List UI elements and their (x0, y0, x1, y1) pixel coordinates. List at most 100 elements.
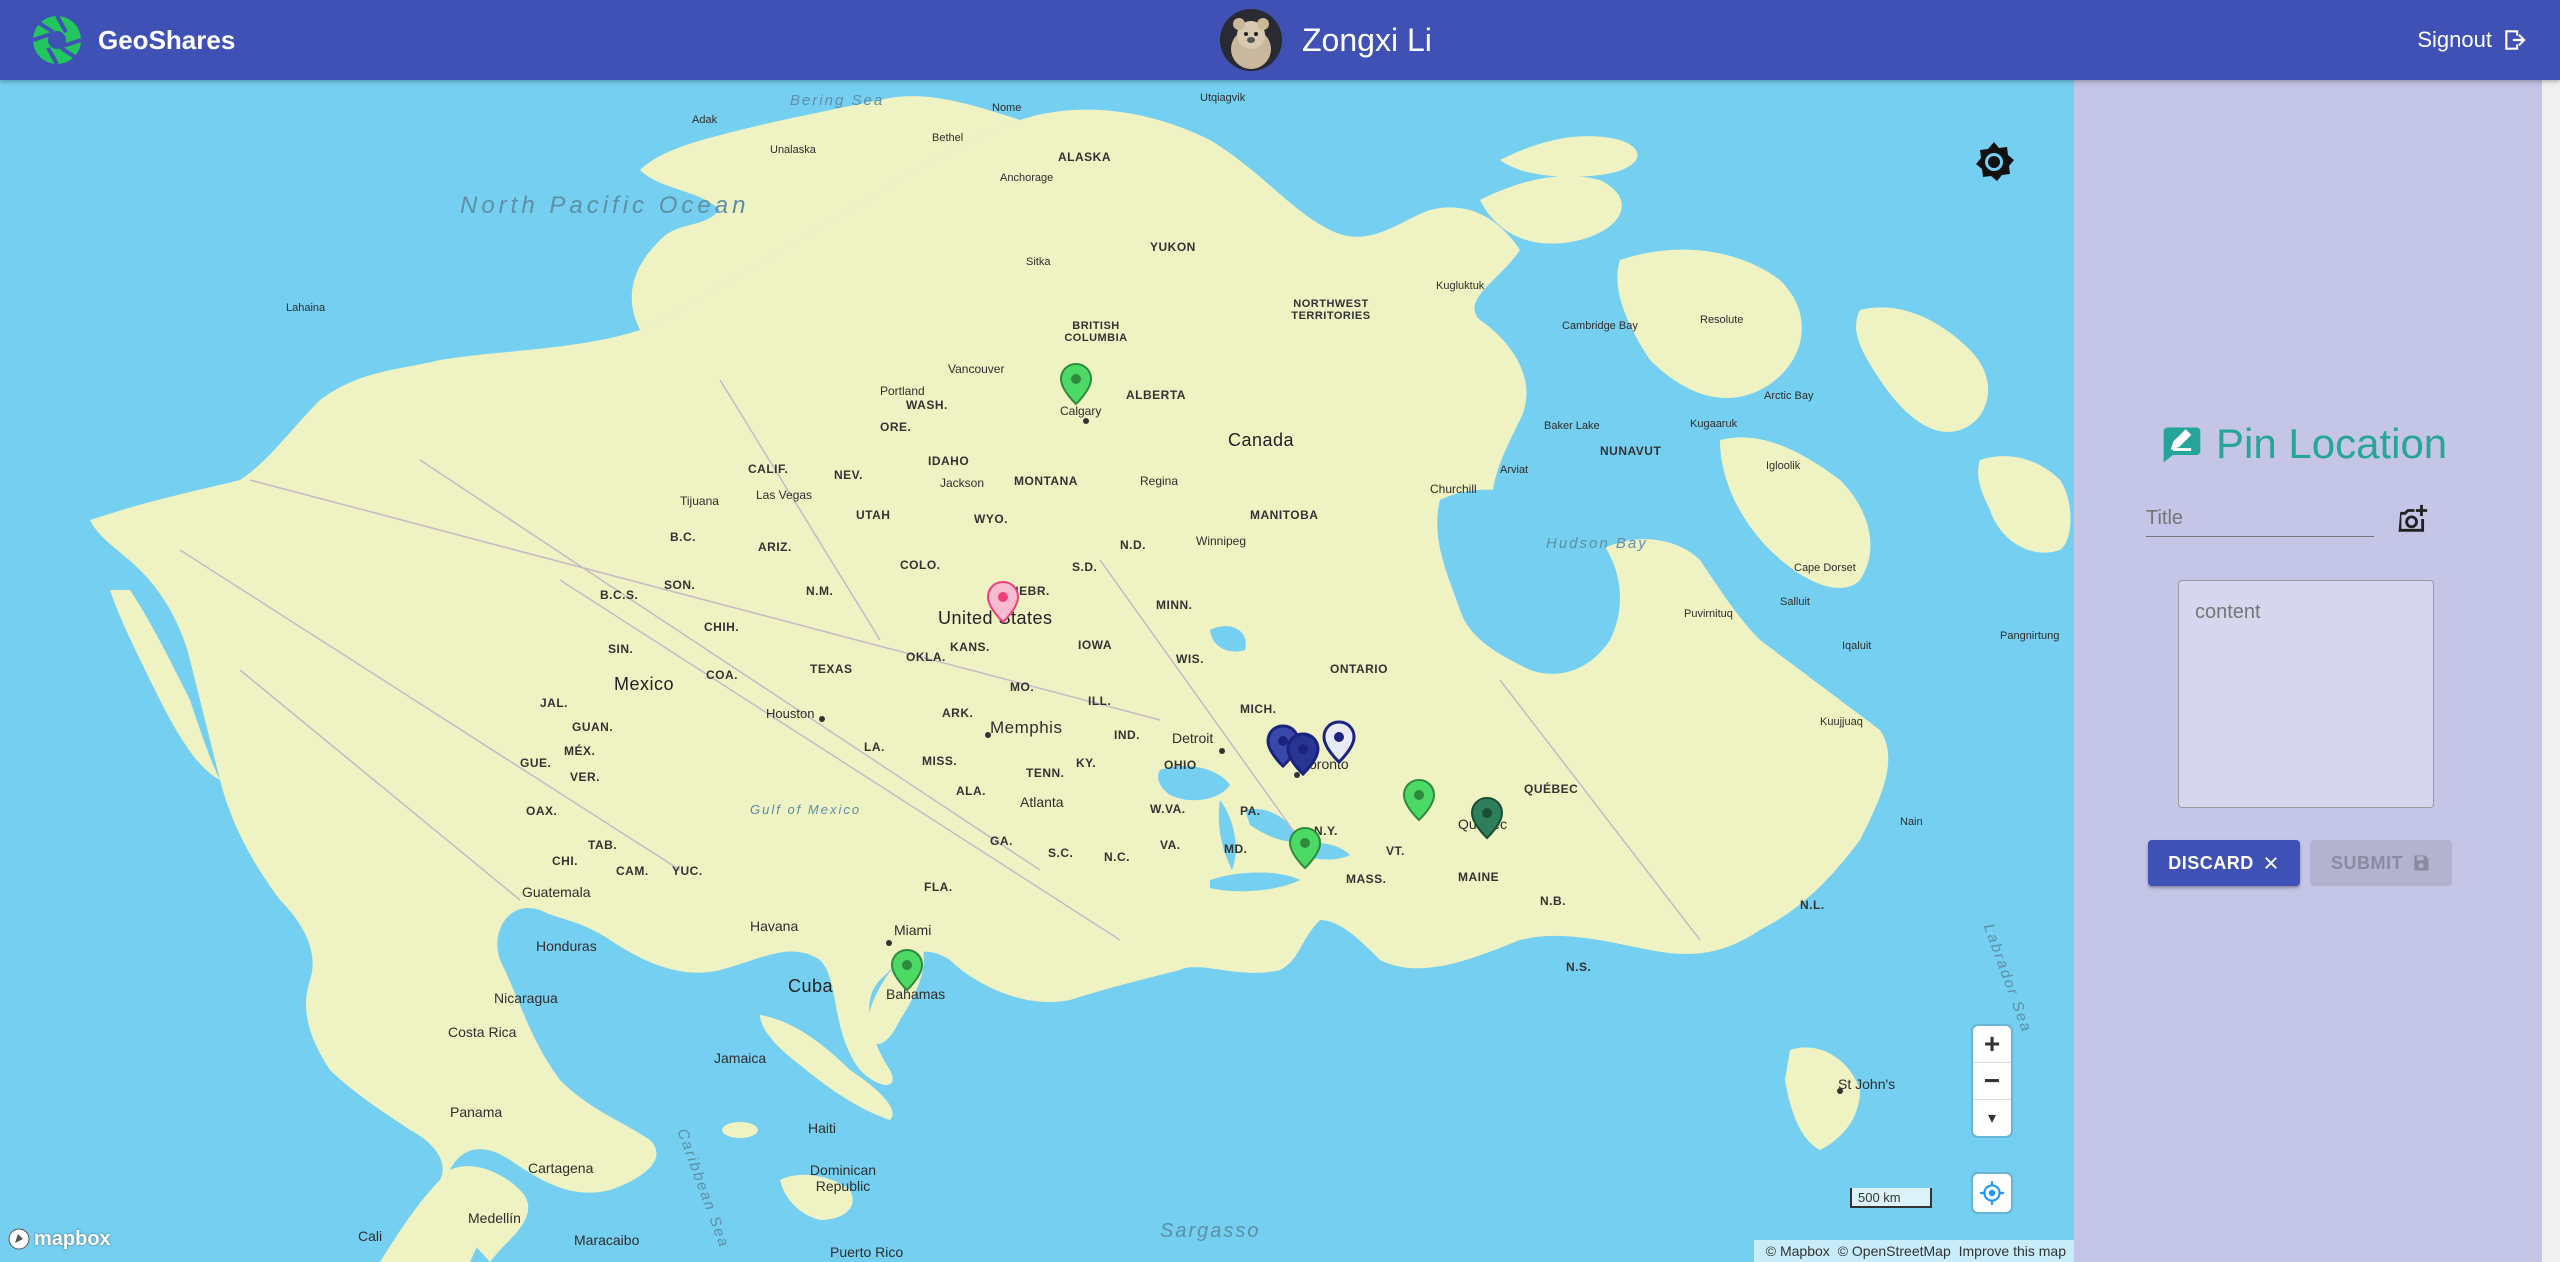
region-label: PA. (1240, 804, 1261, 818)
region-label: IND. (1114, 728, 1140, 742)
brand[interactable]: GeoShares (32, 14, 235, 66)
region-label: GA. (990, 834, 1013, 848)
region-label: N.C. (1104, 850, 1130, 864)
osm-attribution-link[interactable]: © OpenStreetMap (1838, 1243, 1951, 1259)
zoom-in-button[interactable]: + (1973, 1026, 2011, 1063)
region-label: OAX. (526, 804, 558, 818)
panel-title: Pin Location (2216, 420, 2448, 467)
mapbox-logo-icon (8, 1228, 30, 1250)
region-label: IOWA (1078, 638, 1112, 652)
location-pin[interactable] (1322, 720, 1356, 764)
region-label: N.S. (1566, 960, 1592, 974)
city-label: Lahaina (286, 302, 326, 314)
city-label: Atlanta (1020, 794, 1064, 810)
brightness-icon[interactable] (1970, 138, 2018, 186)
panel-scrollbar[interactable] (2542, 80, 2560, 1262)
save-icon (2414, 855, 2429, 871)
close-icon (2264, 857, 2277, 869)
signout-button[interactable]: Signout (2417, 20, 2528, 60)
city-label: Havana (750, 918, 799, 934)
zoom-out-button[interactable]: − (1973, 1063, 2011, 1100)
location-pin[interactable] (1402, 778, 1436, 822)
region-label: MO. (1010, 680, 1035, 694)
city-label: Guatemala (522, 884, 591, 900)
location-pin[interactable] (986, 580, 1020, 624)
location-pin[interactable] (1059, 362, 1093, 406)
city-label: Bethel (932, 132, 964, 144)
region-label: S.D. (1072, 560, 1098, 574)
add-photo-icon[interactable] (2396, 502, 2430, 536)
region-label: ARIZ. (758, 540, 792, 554)
region-label: NORTHWEST TERRITORIES (1291, 298, 1371, 322)
region-label: CALIF. (748, 462, 789, 476)
region-label: W.VA. (1150, 802, 1186, 816)
region-label: TENN. (1026, 766, 1065, 780)
city-label: Cartagena (528, 1160, 594, 1176)
city-label: Resolute (1700, 314, 1744, 326)
water-label: Bering Sea (790, 92, 885, 109)
region-label: CAM. (616, 864, 649, 878)
region-label: VER. (570, 770, 601, 784)
region-label: GUE. (520, 756, 552, 770)
country-label: Cuba (788, 976, 834, 996)
region-label: N.B. (1540, 894, 1566, 908)
city-label: Costa Rica (448, 1024, 517, 1040)
improve-map-link[interactable]: Improve this map (1959, 1243, 2066, 1259)
region-label: GUAN. (572, 720, 614, 734)
city-label: Winnipeg (1196, 534, 1247, 548)
location-pin[interactable] (1470, 796, 1504, 840)
title-input[interactable] (2146, 500, 2374, 537)
pin-location-panel: Pin Location DISCARD SUBMIT (2074, 80, 2542, 1262)
region-label: ALA. (956, 784, 986, 798)
location-pin[interactable] (1286, 732, 1320, 776)
city-label: Cali (358, 1228, 383, 1244)
mapbox-logo[interactable]: mapbox (8, 1226, 111, 1252)
region-label: MONTANA (1014, 474, 1078, 488)
city-label: Puerto Rico (830, 1244, 904, 1260)
region-label: B.C. (670, 530, 696, 544)
map-canvas[interactable]: North Pacific Ocean Bering Sea Hudson Ba… (0, 80, 2074, 1262)
region-label: QUÉBEC (1524, 782, 1579, 796)
region-label: N.D. (1120, 538, 1146, 552)
city-label: Baker Lake (1544, 420, 1600, 432)
city-label: Honduras (536, 938, 597, 954)
city-label: Calgary (1060, 404, 1102, 418)
region-label: B.C.S. (600, 588, 639, 602)
region-label: MÉX. (564, 744, 596, 758)
region-label: SIN. (608, 642, 634, 656)
submit-button[interactable]: SUBMIT (2310, 840, 2452, 886)
region-label: TEXAS (810, 662, 853, 676)
region-label: OKLA. (906, 650, 946, 664)
country-label: Mexico (614, 674, 675, 694)
city-label: Maracaibo (574, 1232, 640, 1248)
region-label: TAB. (588, 838, 618, 852)
avatar[interactable] (1220, 9, 1282, 71)
discard-button[interactable]: DISCARD (2148, 840, 2300, 886)
signout-label: Signout (2417, 27, 2492, 52)
geolocate-button[interactable] (1973, 1174, 2011, 1212)
city-label: Kugluktuk (1436, 280, 1485, 292)
content-textarea[interactable] (2178, 580, 2434, 808)
region-label: ARK. (942, 706, 974, 720)
mapbox-attribution-link[interactable]: © Mapbox (1766, 1243, 1830, 1259)
compass-button[interactable]: ▾ (1973, 1100, 2011, 1136)
region-label: WYO. (974, 512, 1008, 526)
user-info: Zongxi Li (1220, 9, 1432, 71)
water-label: Sargasso (1160, 1220, 1261, 1242)
city-label: Jackson (940, 476, 985, 490)
city-label: Unalaska (770, 144, 816, 156)
region-label: CHI. (552, 854, 578, 868)
region-label: VT. (1386, 844, 1405, 858)
zoom-controls: + − ▾ (1973, 1026, 2011, 1136)
location-pin[interactable] (890, 948, 924, 992)
city-dot (1837, 1088, 1843, 1094)
region-label: MINN. (1156, 598, 1193, 612)
location-pin[interactable] (1288, 826, 1322, 870)
city-label: Regina (1140, 474, 1179, 488)
city-label: Tijuana (680, 494, 719, 508)
region-label: IDAHO (928, 454, 970, 468)
city-label: Jamaica (714, 1050, 767, 1066)
city-label: Nome (992, 102, 1022, 114)
city-label: Pangnirtung (2000, 630, 2060, 642)
city-label: Arviat (1500, 464, 1529, 476)
